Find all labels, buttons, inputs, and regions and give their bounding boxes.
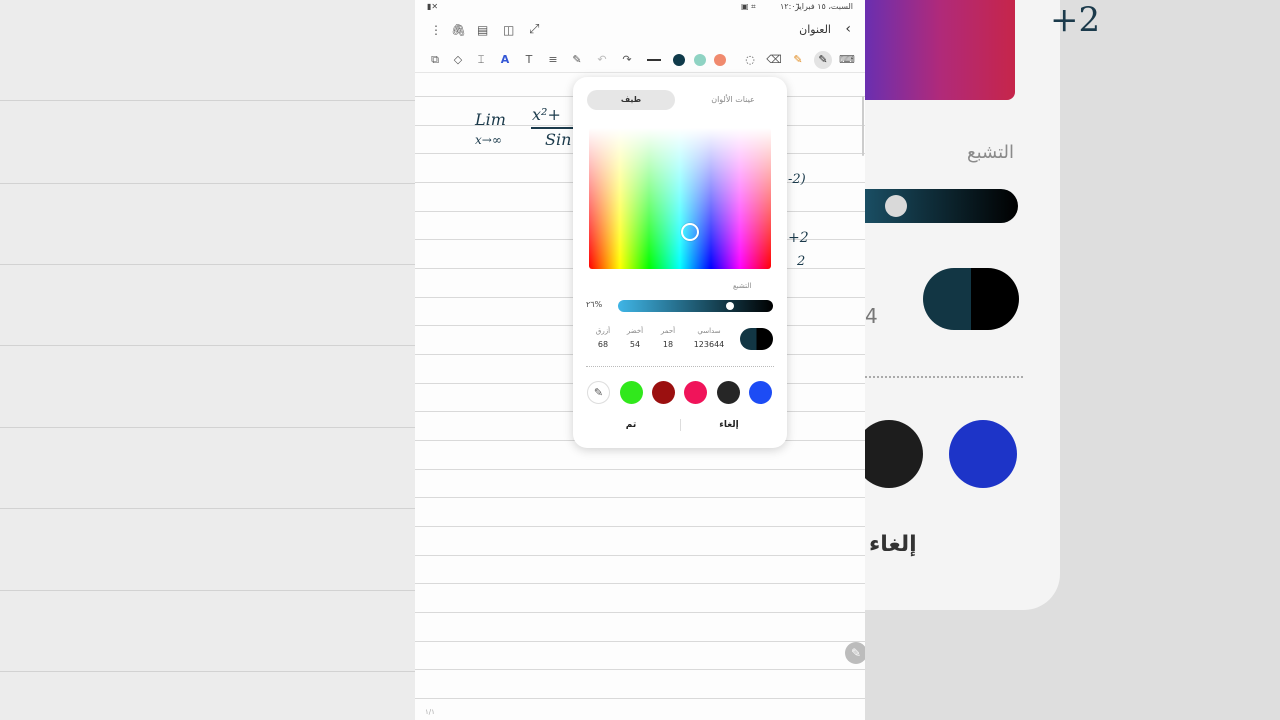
text-style-icon[interactable]: A: [497, 52, 513, 68]
handwriting-limit-sub: x→∞: [475, 133, 502, 147]
saturation-label: التشبع: [733, 282, 752, 290]
swatch-green[interactable]: [620, 381, 643, 404]
pen-icon[interactable]: ✎: [814, 51, 832, 69]
image-icon[interactable]: ⧉: [427, 52, 443, 68]
saturation-value: ٢٦%: [586, 300, 603, 309]
color-spectrum[interactable]: [589, 128, 771, 269]
pen-color-2[interactable]: [694, 54, 706, 66]
swatch-dark-red[interactable]: [652, 381, 675, 404]
drawing-toolbar: ⧉ ◇ ⌶ A T ≡ ✎ ↶ ↷ ◌ ⌫ ✎ ✎ ⌨: [415, 48, 865, 73]
color-preview: [740, 328, 773, 350]
handwriting-fragment-2: +2: [788, 230, 809, 246]
eraser-icon[interactable]: ⌫: [766, 52, 782, 68]
fullscreen-icon[interactable]: ⤢: [529, 22, 539, 37]
more-options-icon[interactable]: ⋮: [430, 23, 442, 37]
status-date: السبت، ١٥ فبراير: [795, 2, 853, 11]
title-bar: ⋮ 🖇 ▤ ◫ ⤢ العنوان ‹: [415, 14, 865, 48]
done-button[interactable]: تم: [581, 413, 681, 437]
tab-swatches[interactable]: عينات الألوان: [693, 90, 773, 110]
backdrop-cancel: إلغاء: [869, 532, 917, 557]
handwriting-fragment-3: 2: [797, 254, 806, 269]
backdrop-divider: [865, 376, 1023, 378]
backdrop-number: 4: [865, 304, 878, 328]
hex-label: سداسي: [697, 327, 721, 335]
phone-screen: ▮✕ السبت، ١٥ فبراير ١٢:٠٦ ▣ ⌗ ⋮ 🖇 ▤ ◫ ⤢ …: [415, 0, 865, 720]
redo-icon[interactable]: ↷: [619, 52, 635, 68]
text-icon[interactable]: T: [521, 52, 537, 68]
status-icons: ▣ ⌗: [741, 2, 756, 11]
floating-pen-button[interactable]: ✎: [845, 642, 865, 664]
tab-spectrum[interactable]: طيف: [587, 90, 675, 110]
page-number: ١/١: [425, 708, 435, 716]
pen-color-1[interactable]: [673, 54, 685, 66]
divider: [586, 366, 774, 367]
swatch-pink[interactable]: [684, 381, 707, 404]
back-button[interactable]: ‹: [845, 21, 851, 37]
note-title[interactable]: العنوان: [799, 23, 831, 36]
text-box-icon[interactable]: ⌶: [473, 52, 489, 68]
lasso-icon[interactable]: ◌: [742, 52, 758, 68]
page-template-icon[interactable]: ▤: [477, 23, 488, 37]
pen-settings-icon[interactable]: ✎: [569, 52, 585, 68]
keyboard-icon[interactable]: ⌨: [839, 52, 855, 68]
backdrop-saturation-label: التشبع: [967, 142, 1014, 163]
hex-value[interactable]: 123644: [689, 340, 729, 349]
status-time: ١٢:٠٦: [780, 2, 800, 11]
swatch-black[interactable]: [717, 381, 740, 404]
backdrop-color-preview: [923, 268, 1019, 330]
swatch-blue[interactable]: [749, 381, 772, 404]
backdrop-left: [0, 0, 415, 720]
handwriting-denominator: Sin: [545, 130, 572, 149]
handwriting-numerator: x²+: [532, 105, 561, 124]
scrollbar[interactable]: [862, 96, 864, 156]
handwriting-lim: Lim: [475, 110, 506, 129]
backdrop-saturation-knob: [885, 195, 907, 217]
undo-icon[interactable]: ↶: [594, 52, 610, 68]
spectrum-cursor[interactable]: [681, 223, 699, 241]
pen-color-3[interactable]: [714, 54, 726, 66]
attachment-icon[interactable]: 🖇: [451, 23, 466, 37]
cancel-button[interactable]: إلغاء: [679, 413, 779, 437]
shapes-icon[interactable]: ◇: [450, 52, 466, 68]
eyedropper-icon[interactable]: ✎: [587, 381, 610, 404]
backdrop-spectrum: [865, 0, 1015, 100]
red-value[interactable]: 18: [648, 340, 688, 349]
battery-icon: ▮✕: [427, 2, 439, 11]
highlighter-icon[interactable]: ✎: [790, 52, 806, 68]
backdrop-swatch-blue: [949, 420, 1017, 488]
text-align-icon[interactable]: ≡: [545, 52, 561, 68]
handwriting-fragment-1: -2): [788, 172, 806, 187]
line-style-icon[interactable]: [647, 59, 661, 61]
color-picker-dialog: طيف عينات الألوان التشبع ٢٦% أزرق 68 أخض…: [573, 77, 787, 448]
backdrop-handwriting: +2: [1050, 0, 1101, 40]
saturation-slider-thumb[interactable]: [726, 302, 734, 310]
saturation-slider[interactable]: [618, 300, 773, 312]
red-label: أحمر: [660, 327, 676, 335]
status-bar: ▮✕ السبت، ١٥ فبراير ١٢:٠٦ ▣ ⌗: [415, 0, 865, 14]
fraction-bar: [531, 127, 573, 129]
book-view-icon[interactable]: ◫: [503, 23, 514, 37]
backdrop-right: التشبع 4 إلغاء +2: [865, 0, 1280, 720]
